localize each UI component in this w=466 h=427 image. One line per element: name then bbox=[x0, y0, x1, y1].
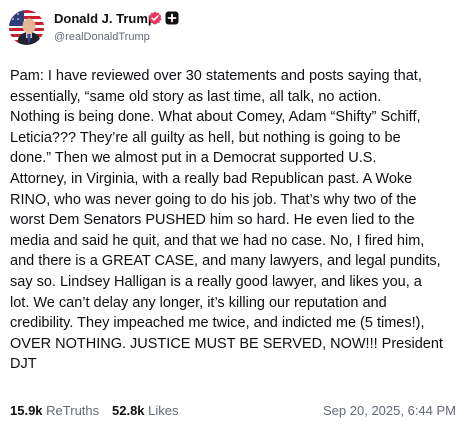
retruths-stat[interactable]: 15.9k ReTruths bbox=[10, 402, 99, 420]
post-timestamp[interactable]: Sep 20, 2025, 6:44 PM bbox=[323, 402, 456, 420]
post-line: lot. We can’t delay any longer, it’s kil… bbox=[10, 294, 387, 311]
post-body: Pam: I have reviewed over 30 statements … bbox=[10, 66, 458, 375]
post-line: RINO, who was never going to do his job.… bbox=[10, 191, 417, 208]
likes-label: Likes bbox=[148, 403, 179, 418]
post-line: OVER NOTHING. JUSTICE MUST BE SERVED, NO… bbox=[10, 335, 443, 352]
post-line: Pam: I have reviewed over 30 statements … bbox=[10, 68, 422, 84]
post-line: and there is a GREAT CASE, and many lawy… bbox=[10, 253, 441, 270]
post-line: essentially, “same old story as last tim… bbox=[10, 88, 382, 105]
post-line: credibility. They impeached me twice, an… bbox=[10, 315, 425, 332]
post-line: Leticia??? They’re all guilty as hell, b… bbox=[10, 129, 401, 146]
author-handle[interactable]: @realDonaldTrump bbox=[54, 31, 150, 43]
retruths-label: ReTruths bbox=[46, 403, 100, 418]
post-line: media and said he quit, and that we had … bbox=[10, 232, 425, 249]
avatar-flag-portrait-icon bbox=[9, 10, 44, 45]
author-badges bbox=[148, 11, 179, 25]
post-line: worst Dem Senators PUSHED him so hard. H… bbox=[10, 212, 415, 229]
post-line: say so. Lindsey Halligan is a really goo… bbox=[10, 273, 422, 290]
truth-post: Donald J. Trump @realDonaldTrump Pam: I … bbox=[0, 0, 466, 427]
likes-count: 52.8k bbox=[112, 403, 145, 418]
plus-badge-icon bbox=[165, 11, 179, 25]
post-line: Attorney, in Virginia, with a really bad… bbox=[10, 170, 413, 187]
author-display-name[interactable]: Donald J. Trump bbox=[54, 11, 156, 26]
post-footer: 15.9k ReTruths 52.8k Likes Sep 20, 2025,… bbox=[10, 402, 456, 420]
author-avatar[interactable] bbox=[9, 10, 44, 45]
likes-stat[interactable]: 52.8k Likes bbox=[112, 402, 179, 420]
post-line: DJT bbox=[10, 356, 37, 373]
post-line: done.” Then we almost put in a Democrat … bbox=[10, 150, 377, 167]
retruths-count: 15.9k bbox=[10, 403, 43, 418]
post-line: Nothing is being done. What about Comey,… bbox=[10, 109, 421, 126]
verified-badge-icon bbox=[148, 11, 162, 25]
